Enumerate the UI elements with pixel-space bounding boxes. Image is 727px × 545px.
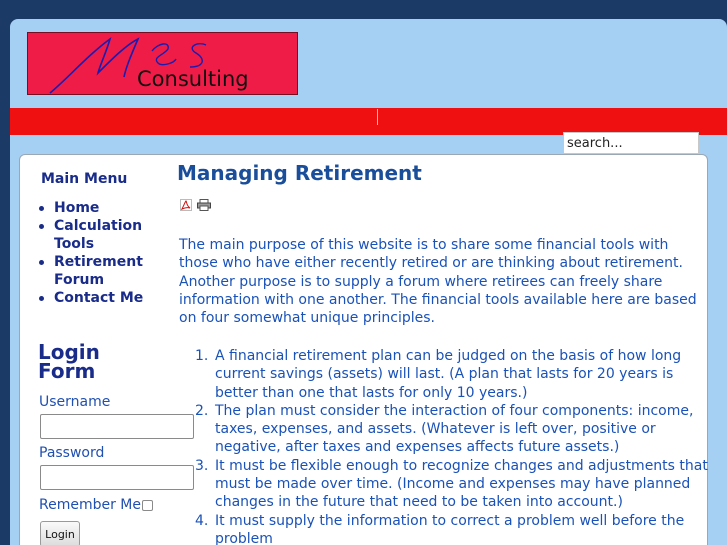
menu-item-calculation-tools[interactable]: Calculation Tools [38, 217, 148, 253]
logo-consulting-text: Consulting [137, 67, 249, 91]
site-logo[interactable]: Consulting [27, 32, 298, 95]
principles-list: 1. A financial retirement plan can be ju… [195, 347, 710, 545]
search-input[interactable] [563, 132, 699, 154]
username-label: Username [39, 394, 111, 410]
main-menu: Home Calculation Tools Retirement Forum … [38, 199, 148, 307]
logo-mark: Consulting [49, 36, 249, 94]
list-number: 2. [195, 402, 209, 419]
remember-me-label: Remember Me [39, 497, 141, 513]
login-form-title: Login Form [38, 340, 100, 383]
list-text: It must be flexible enough to recognize … [215, 457, 708, 511]
list-number: 1. [195, 348, 209, 364]
list-item: 3. It must be flexible enough to recogni… [195, 457, 710, 512]
list-item: 4. It must supply the information to cor… [195, 512, 710, 545]
password-field[interactable] [40, 465, 194, 490]
menu-item-home[interactable]: Home [38, 199, 148, 217]
menu-item-contact-me[interactable]: Contact Me [38, 289, 148, 307]
article-title: Managing Retirement [177, 161, 422, 185]
list-number: 3. [195, 457, 209, 474]
pdf-icon[interactable] [180, 196, 192, 215]
list-text: The plan must consider the interaction o… [215, 402, 694, 456]
username-field[interactable] [40, 414, 194, 439]
list-item: 1. A financial retirement plan can be ju… [195, 347, 710, 402]
list-number: 4. [195, 512, 209, 529]
list-text: It must supply the information to correc… [215, 512, 685, 545]
intro-paragraph: The main purpose of this website is to s… [179, 237, 697, 327]
menu-item-retirement-forum[interactable]: Retirement Forum [38, 253, 148, 289]
main-menu-title: Main Menu [41, 171, 128, 187]
login-button[interactable]: Login [40, 521, 80, 545]
remember-me-checkbox[interactable] [142, 500, 153, 511]
nav-separator [377, 109, 378, 125]
list-text: A financial retirement plan can be judge… [215, 348, 682, 401]
print-icon[interactable] [197, 196, 211, 215]
navigation-bar [10, 108, 727, 135]
password-label: Password [39, 445, 105, 461]
list-item: 2. The plan must consider the interactio… [195, 402, 710, 457]
